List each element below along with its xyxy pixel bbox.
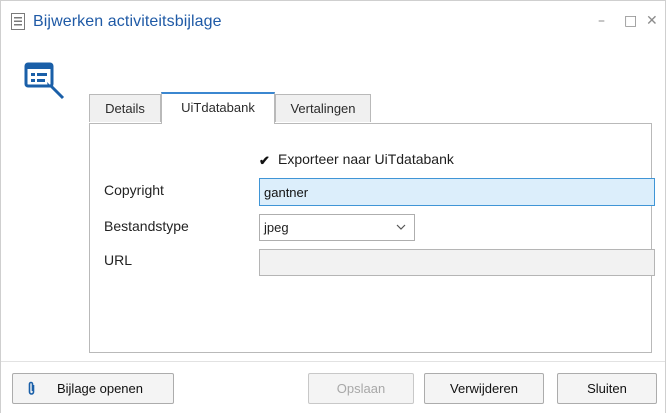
copyright-label: Copyright <box>104 182 164 198</box>
close-button[interactable]: Sluiten <box>557 373 657 404</box>
window-title: Bijwerken activiteitsbijlage <box>33 13 222 30</box>
title-bar: Bijwerken activiteitsbijlage – □ ✕ <box>1 1 665 45</box>
url-label: URL <box>104 252 133 268</box>
tab-vertalingen[interactable]: Vertalingen <box>275 94 371 122</box>
tab-uitdatabank[interactable]: UiTdatabank <box>161 92 275 124</box>
dialog-window: Bijwerken activiteitsbijlage – □ ✕ Detai… <box>0 0 666 413</box>
open-attachment-label: Bijlage openen <box>56 381 144 396</box>
file-type-select[interactable]: jpeg <box>259 214 415 241</box>
delete-button[interactable]: Verwijderen <box>424 373 544 404</box>
export-checkbox[interactable]: ✔ <box>259 154 272 167</box>
paperclip-icon <box>28 381 35 395</box>
open-attachment-button[interactable]: Bijlage openen <box>12 373 174 404</box>
file-type-value: jpeg <box>264 220 289 235</box>
document-form-icon <box>11 13 25 30</box>
copyright-input[interactable] <box>259 178 655 206</box>
export-checkbox-row[interactable]: ✔ Exporteer naar UiTdatabank <box>259 151 454 167</box>
export-checkbox-label: Exporteer naar UiTdatabank <box>278 151 454 167</box>
maximize-button[interactable]: □ <box>624 13 637 29</box>
minimize-button[interactable]: – <box>598 13 605 29</box>
close-window-button[interactable]: ✕ <box>646 13 658 29</box>
tab-details[interactable]: Details <box>89 94 161 122</box>
form-edit-icon <box>24 62 65 100</box>
chevron-down-icon <box>396 224 406 230</box>
file-type-label: Bestandstype <box>104 218 189 234</box>
url-input[interactable] <box>259 249 655 276</box>
save-button[interactable]: Opslaan <box>308 373 414 404</box>
